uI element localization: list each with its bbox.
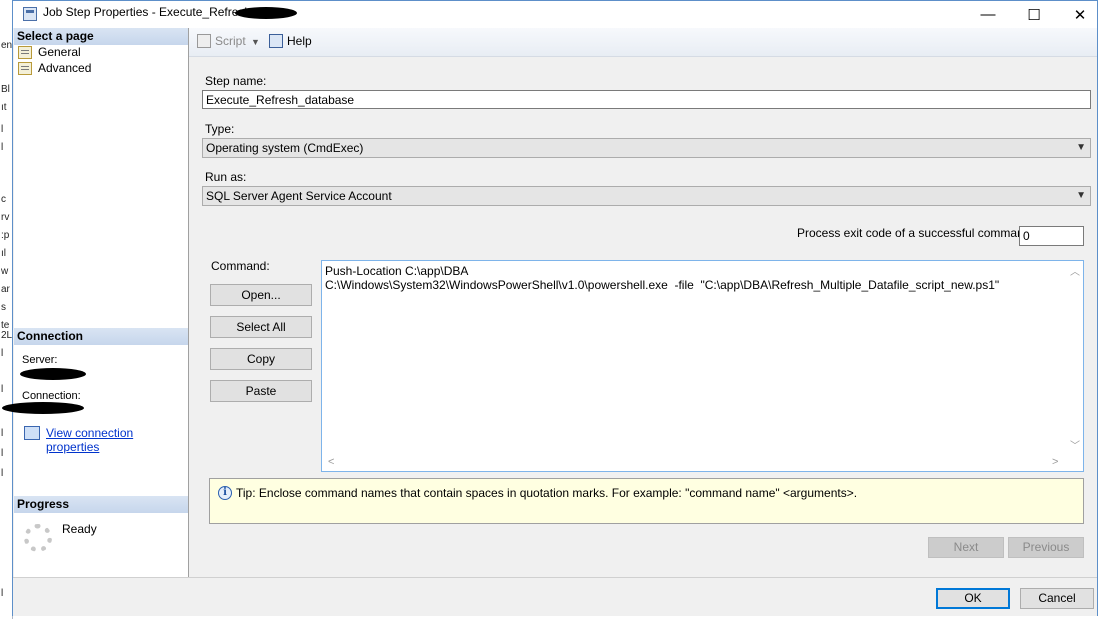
redacted-server bbox=[20, 368, 86, 380]
copy-button[interactable]: Copy bbox=[210, 348, 312, 370]
connection-label: Connection: bbox=[22, 390, 81, 402]
background-text: ar bbox=[1, 284, 10, 295]
type-select[interactable]: Operating system (CmdExec) ▼ bbox=[202, 138, 1091, 158]
tip-box: i Tip: Enclose command names that contai… bbox=[209, 478, 1084, 524]
dialog-button-bar: OK Cancel bbox=[13, 577, 1097, 616]
background-text: :p bbox=[1, 230, 10, 241]
background-text: l bbox=[1, 384, 4, 395]
command-textarea[interactable]: Push-Location C:\app\DBA C:\Windows\Syst… bbox=[321, 260, 1084, 472]
background-text: 2L bbox=[1, 330, 13, 341]
vertical-scrollbar[interactable]: ︿ ﹀ bbox=[1066, 261, 1083, 455]
background-text: en bbox=[1, 40, 13, 51]
background-text: l bbox=[1, 448, 4, 459]
horizontal-scrollbar[interactable]: < > bbox=[322, 454, 1066, 471]
window-title: Job Step Properties - Execute_Refresh bbox=[43, 5, 252, 19]
background-text: l bbox=[1, 468, 4, 479]
page-item-label: Advanced bbox=[38, 61, 92, 75]
script-dropdown-icon[interactable]: ▼ bbox=[251, 37, 260, 47]
open-button[interactable]: Open... bbox=[210, 284, 312, 306]
run-as-label: Run as: bbox=[205, 170, 247, 184]
scroll-down-icon[interactable]: ﹀ bbox=[1070, 437, 1080, 452]
progress-status: Ready bbox=[62, 522, 97, 536]
background-text: rv bbox=[1, 212, 10, 223]
next-button[interactable]: Next bbox=[928, 537, 1004, 558]
background-text: c bbox=[1, 194, 6, 205]
exit-code-label: Process exit code of a successful comman… bbox=[797, 226, 1034, 240]
scroll-left-icon[interactable]: < bbox=[328, 456, 334, 468]
app-window-icon bbox=[23, 7, 37, 21]
progress-spinner-icon bbox=[24, 524, 52, 552]
select-page-header: Select a page bbox=[14, 28, 188, 45]
background-text: Bl bbox=[1, 84, 10, 95]
page-item-general[interactable]: General bbox=[18, 44, 81, 60]
step-name-input[interactable]: Execute_Refresh_database bbox=[202, 90, 1091, 109]
tip-text: Tip: Enclose command names that contain … bbox=[236, 486, 858, 500]
background-text: l bbox=[1, 124, 4, 135]
progress-header: Progress bbox=[14, 496, 188, 513]
ok-button[interactable]: OK bbox=[936, 588, 1010, 609]
type-select-value: Operating system (CmdExec) bbox=[206, 141, 364, 155]
cancel-button[interactable]: Cancel bbox=[1020, 588, 1094, 609]
background-text: l bbox=[1, 142, 4, 153]
exit-code-input[interactable]: 0 bbox=[1019, 226, 1084, 246]
content-panel: Script ▼ Help Step name: Execute_Refresh… bbox=[189, 28, 1097, 577]
background-text: w bbox=[1, 266, 9, 277]
properties-page-icon bbox=[18, 61, 32, 75]
toolbar: Script ▼ Help bbox=[189, 28, 1097, 57]
maximize-button[interactable]: ☐ bbox=[1011, 1, 1057, 28]
background-text: s bbox=[1, 302, 6, 313]
left-panel: Select a page General Advanced Connectio… bbox=[2, 28, 189, 577]
previous-button[interactable]: Previous bbox=[1008, 537, 1084, 558]
minimize-button[interactable]: — bbox=[965, 1, 1011, 28]
run-as-select-value: SQL Server Agent Service Account bbox=[206, 189, 392, 203]
help-button[interactable]: Help bbox=[269, 34, 312, 48]
info-icon: i bbox=[218, 486, 232, 500]
page-item-advanced[interactable]: Advanced bbox=[18, 60, 91, 76]
job-step-properties-window: Job Step Properties - Execute_Refresh — … bbox=[2, 0, 1098, 616]
redacted-connection bbox=[2, 402, 84, 414]
command-text: Push-Location C:\app\DBA C:\Windows\Syst… bbox=[325, 264, 999, 292]
background-text: l bbox=[1, 428, 4, 439]
title-bar[interactable]: Job Step Properties - Execute_Refresh — … bbox=[13, 1, 1097, 28]
help-label: Help bbox=[287, 34, 312, 48]
step-name-label: Step name: bbox=[205, 74, 267, 88]
page-item-label: General bbox=[38, 45, 81, 59]
command-label: Command: bbox=[211, 259, 270, 273]
run-as-select[interactable]: SQL Server Agent Service Account ▼ bbox=[202, 186, 1091, 206]
command-line: Push-Location C:\app\DBA bbox=[325, 264, 469, 278]
chevron-down-icon: ▼ bbox=[1076, 190, 1086, 201]
help-icon bbox=[269, 34, 283, 48]
select-all-button[interactable]: Select All bbox=[210, 316, 312, 338]
screen: en Bl ıt l l c rv :p ıl w ar s te 2L l l… bbox=[0, 0, 1106, 619]
server-label: Server: bbox=[22, 354, 58, 366]
background-text: ıt bbox=[1, 102, 7, 113]
background-text: ıl bbox=[1, 248, 6, 259]
properties-page-icon bbox=[18, 45, 32, 59]
script-button[interactable]: Script bbox=[197, 34, 246, 48]
connection-properties-icon bbox=[24, 426, 40, 440]
paste-button[interactable]: Paste bbox=[210, 380, 312, 402]
background-text: l bbox=[1, 588, 4, 599]
connection-header: Connection bbox=[14, 328, 188, 345]
background-text: l bbox=[1, 348, 4, 359]
scroll-right-icon[interactable]: > bbox=[1052, 456, 1058, 468]
chevron-down-icon: ▼ bbox=[1076, 142, 1086, 153]
script-label: Script bbox=[215, 34, 246, 48]
command-line: C:\Windows\System32\WindowsPowerShell\v1… bbox=[325, 278, 1000, 292]
close-button[interactable]: ✕ bbox=[1057, 1, 1103, 28]
script-icon bbox=[197, 34, 211, 48]
view-connection-properties-link[interactable]: View connection properties bbox=[46, 426, 188, 454]
scroll-up-icon[interactable]: ︿ bbox=[1070, 263, 1080, 278]
type-label: Type: bbox=[205, 122, 235, 136]
redacted-mark bbox=[235, 7, 297, 19]
